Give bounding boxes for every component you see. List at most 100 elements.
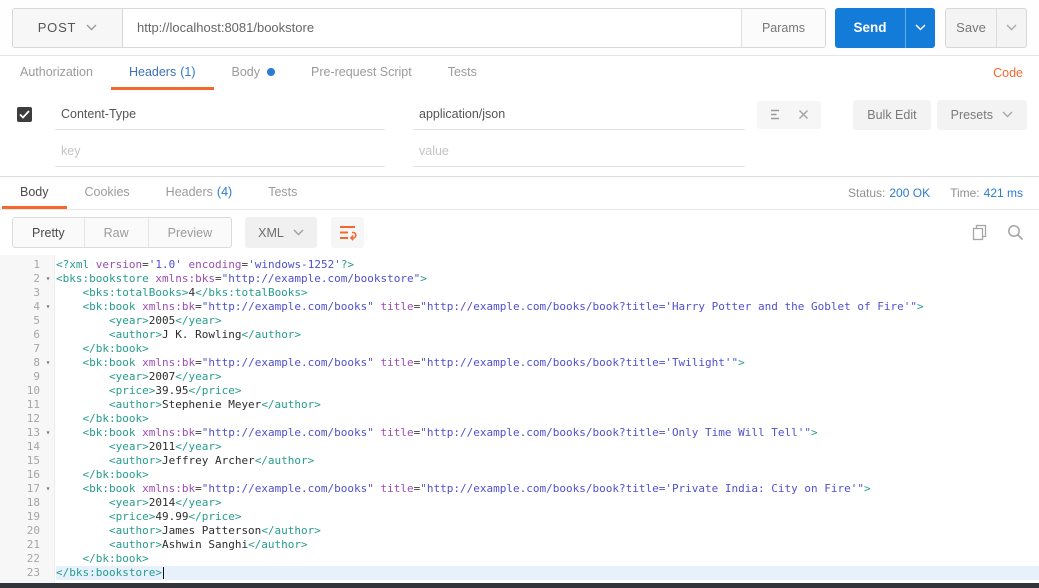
- time-badge: Time:421 ms: [950, 186, 1023, 200]
- fold-arrow-icon[interactable]: ▾: [40, 272, 56, 286]
- send-button-group: Send: [835, 8, 935, 48]
- bulk-edit-label: Bulk Edit: [867, 108, 916, 122]
- line-number: 23: [0, 566, 40, 580]
- view-mode-preview-button[interactable]: Preview: [148, 218, 231, 247]
- request-tabs: Authorization Headers(1)BodyPre-request S…: [0, 56, 1039, 90]
- code-line-12[interactable]: 12 </bk:book>: [0, 412, 1039, 426]
- code-link[interactable]: Code: [979, 56, 1037, 90]
- wrap-text-button[interactable]: [331, 217, 364, 248]
- send-dropdown-button[interactable]: [905, 8, 935, 48]
- code-line-23[interactable]: 23</bks:bookstore>: [0, 566, 1039, 580]
- tab-label: Authorization: [20, 65, 93, 79]
- code-line-8[interactable]: 8▾ <bk:book xmlns:bk="http://example.com…: [0, 356, 1039, 370]
- tab-headers[interactable]: Headers(4): [148, 177, 251, 209]
- save-label: Save: [956, 20, 986, 35]
- code-line-15[interactable]: 15 <author>Jeffrey Archer</author>: [0, 454, 1039, 468]
- new-header-value-input[interactable]: value: [413, 136, 745, 167]
- code-line-9[interactable]: 9 <year>2007</year>: [0, 370, 1039, 384]
- method-dropdown[interactable]: POST: [13, 9, 123, 47]
- tab-body[interactable]: Body: [214, 56, 294, 90]
- code-text: <price>39.95</price>: [56, 384, 1039, 398]
- line-number: 19: [0, 510, 40, 524]
- code-line-19[interactable]: 19 <price>49.99</price>: [0, 510, 1039, 524]
- row-menu-button[interactable]: [769, 109, 782, 120]
- fold-gutter: [40, 412, 56, 426]
- code-line-14[interactable]: 14 <year>2011</year>: [0, 440, 1039, 454]
- presets-button[interactable]: Presets: [937, 100, 1027, 130]
- tab-label: Body: [20, 185, 49, 199]
- bulk-edit-button[interactable]: Bulk Edit: [853, 100, 930, 130]
- tab-cookies[interactable]: Cookies: [67, 177, 148, 209]
- code-line-4[interactable]: 4▾ <bk:book xmlns:bk="http://example.com…: [0, 300, 1039, 314]
- status-value: 200 OK: [889, 186, 930, 200]
- code-line-20[interactable]: 20 <author>James Patterson</author>: [0, 524, 1039, 538]
- copy-button[interactable]: [967, 221, 991, 245]
- view-mode-raw-button[interactable]: Raw: [84, 218, 148, 247]
- tab-body[interactable]: Body: [2, 177, 67, 209]
- line-number: 7: [0, 342, 40, 356]
- new-header-key-input[interactable]: key: [55, 136, 385, 167]
- save-dropdown-button[interactable]: [996, 9, 1026, 47]
- code-text: <author>Ashwin Sanghi</author>: [56, 538, 1039, 552]
- code-text: <author>J K. Rowling</author>: [56, 328, 1039, 342]
- code-line-18[interactable]: 18 <year>2014</year>: [0, 496, 1039, 510]
- header-checkbox[interactable]: [17, 107, 32, 122]
- code-line-11[interactable]: 11 <author>Stephenie Meyer</author>: [0, 398, 1039, 412]
- code-text: </bk:book>: [56, 468, 1039, 482]
- tab-pre-request-script[interactable]: Pre-request Script: [293, 56, 430, 90]
- params-button[interactable]: Params: [741, 9, 825, 47]
- fold-gutter: [40, 538, 56, 552]
- code-line-6[interactable]: 6 <author>J K. Rowling</author>: [0, 328, 1039, 342]
- tab-tests[interactable]: Tests: [430, 56, 495, 90]
- fold-arrow-icon[interactable]: ▾: [40, 482, 56, 496]
- tab-label: Tests: [448, 65, 477, 79]
- url-builder: POST http://localhost:8081/bookstore Par…: [12, 8, 826, 48]
- fold-gutter: [40, 552, 56, 566]
- tab-authorization[interactable]: Authorization: [2, 56, 111, 90]
- header-value-input[interactable]: application/json: [413, 99, 745, 130]
- save-button[interactable]: Save: [946, 9, 996, 47]
- code-text: <author>Stephenie Meyer</author>: [56, 398, 1039, 412]
- fold-arrow-icon[interactable]: ▾: [40, 300, 56, 314]
- code-line-22[interactable]: 22 </bk:book>: [0, 552, 1039, 566]
- view-mode-group: PrettyRawPreview: [12, 217, 232, 248]
- header-row-empty: key value: [12, 133, 1027, 170]
- fold-arrow-icon[interactable]: ▾: [40, 356, 56, 370]
- code-line-10[interactable]: 10 <price>39.95</price>: [0, 384, 1039, 398]
- response-toolbar: PrettyRawPreview XML: [0, 210, 1039, 255]
- format-dropdown[interactable]: XML: [245, 217, 317, 248]
- code-line-7[interactable]: 7 </bk:book>: [0, 342, 1039, 356]
- fold-gutter: [40, 440, 56, 454]
- value-placeholder: value: [419, 144, 449, 158]
- chevron-down-icon: [86, 24, 97, 31]
- time-label: Time:: [950, 186, 980, 200]
- code-line-2[interactable]: 2▾<bks:bookstore xmlns:bks="http://examp…: [0, 272, 1039, 286]
- tab-headers[interactable]: Headers(1): [111, 56, 214, 90]
- line-number: 4: [0, 300, 40, 314]
- url-input[interactable]: http://localhost:8081/bookstore: [123, 9, 741, 47]
- code-line-21[interactable]: 21 <author>Ashwin Sanghi</author>: [0, 538, 1039, 552]
- code-lines: 1<?xml version='1.0' encoding='windows-1…: [0, 255, 1039, 580]
- code-line-5[interactable]: 5 <year>2005</year>: [0, 314, 1039, 328]
- header-value-value: application/json: [419, 107, 505, 121]
- fold-gutter: [40, 398, 56, 412]
- fold-arrow-icon[interactable]: ▾: [40, 426, 56, 440]
- tab-tests[interactable]: Tests: [250, 177, 315, 209]
- code-line-17[interactable]: 17▾ <bk:book xmlns:bk="http://example.co…: [0, 482, 1039, 496]
- code-line-13[interactable]: 13▾ <bk:book xmlns:bk="http://example.co…: [0, 426, 1039, 440]
- code-line-3[interactable]: 3 <bks:totalBooks>4</bks:totalBooks>: [0, 286, 1039, 300]
- view-mode-pretty-button[interactable]: Pretty: [13, 218, 84, 247]
- params-label: Params: [762, 21, 805, 35]
- code-text: <year>2005</year>: [56, 314, 1039, 328]
- fold-gutter: [40, 524, 56, 538]
- header-key-input[interactable]: Content-Type: [55, 99, 385, 130]
- code-line-16[interactable]: 16 </bk:book>: [0, 468, 1039, 482]
- send-button[interactable]: Send: [835, 8, 905, 48]
- url-value: http://localhost:8081/bookstore: [137, 20, 314, 35]
- remove-header-button[interactable]: [798, 109, 809, 120]
- search-button[interactable]: [1003, 221, 1027, 245]
- code-line-1[interactable]: 1<?xml version='1.0' encoding='windows-1…: [0, 258, 1039, 272]
- code-editor[interactable]: 1<?xml version='1.0' encoding='windows-1…: [0, 255, 1039, 583]
- line-number: 13: [0, 426, 40, 440]
- line-number: 10: [0, 384, 40, 398]
